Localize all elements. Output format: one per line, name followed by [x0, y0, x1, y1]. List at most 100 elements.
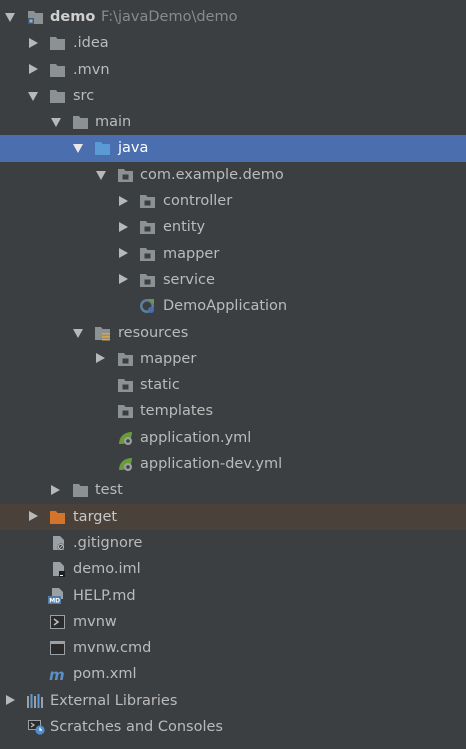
tree-node-idea[interactable]: .idea	[0, 30, 466, 56]
svg-text:m: m	[49, 666, 65, 682]
module-folder-icon	[27, 9, 44, 25]
tree-node-java[interactable]: java	[0, 135, 466, 162]
tree-label: demo.iml	[73, 561, 141, 578]
package-icon	[117, 351, 134, 367]
tree-node-mvnw-cmd[interactable]: mvnw.cmd	[0, 635, 466, 661]
collapse-arrow-icon[interactable]	[119, 221, 128, 232]
tree-label: application-dev.yml	[140, 456, 283, 473]
collapse-arrow-icon[interactable]	[119, 248, 128, 259]
package-icon	[139, 246, 156, 262]
tree-label: mvnw	[73, 613, 117, 630]
package-icon	[139, 219, 156, 235]
folder-icon	[72, 114, 89, 130]
iml-file-icon	[50, 561, 67, 578]
tree-node-controller[interactable]: controller	[0, 188, 466, 214]
expand-arrow-icon[interactable]	[51, 118, 61, 128]
collapse-arrow-icon[interactable]	[51, 484, 60, 495]
expand-arrow-icon[interactable]	[5, 13, 15, 22]
project-path: F:\javaDemo\demo	[101, 9, 238, 25]
tree-label: test	[95, 482, 123, 499]
tree-label: java	[118, 140, 149, 157]
tree-label: com.example.demo	[140, 166, 284, 183]
tree-node-demo[interactable]: demo F:\javaDemo\demo	[0, 4, 466, 30]
tree-label: main	[95, 114, 132, 131]
tree-node-service[interactable]: service	[0, 267, 466, 293]
tree-node-static[interactable]: static	[0, 372, 466, 398]
tree-node-target[interactable]: target	[0, 503, 466, 530]
expand-arrow-icon[interactable]	[96, 170, 106, 180]
svg-text:MD: MD	[49, 597, 60, 603]
package-icon	[117, 403, 134, 419]
tree-node-mvn[interactable]: .mvn	[0, 57, 466, 83]
package-icon	[139, 193, 156, 209]
collapse-arrow-icon[interactable]	[119, 274, 128, 285]
gitignore-file-icon	[50, 535, 67, 551]
folder-icon	[72, 482, 89, 498]
tree-node-help-md[interactable]: MD HELP.md	[0, 583, 466, 609]
spring-config-icon	[117, 430, 134, 446]
tree-node-mvnw[interactable]: mvnw	[0, 609, 466, 635]
tree-label: mapper	[140, 350, 197, 367]
maven-icon: m	[49, 666, 66, 682]
tree-node-main[interactable]: main	[0, 109, 466, 135]
tree-label: src	[73, 87, 95, 104]
tree-node-demo-application[interactable]: DemoApplication	[0, 293, 466, 319]
tree-label: pom.xml	[73, 666, 137, 683]
tree-label: resources	[118, 324, 189, 341]
collapse-arrow-icon[interactable]	[6, 695, 15, 706]
tree-label: HELP.md	[73, 587, 136, 604]
tree-label: target	[73, 508, 118, 525]
tree-label: controller	[163, 193, 233, 210]
markdown-file-icon: MD	[48, 587, 65, 604]
tree-node-external-libraries[interactable]: External Libraries	[0, 688, 466, 714]
collapse-arrow-icon[interactable]	[29, 64, 38, 75]
tree-label: .gitignore	[73, 534, 143, 551]
tree-label: DemoApplication	[163, 298, 288, 315]
tree-node-src[interactable]: src	[0, 83, 466, 109]
tree-label: mvnw.cmd	[73, 640, 152, 657]
tree-label: .mvn	[73, 61, 110, 78]
spring-boot-class-icon	[139, 298, 156, 314]
expand-arrow-icon[interactable]	[73, 144, 83, 154]
tree-label: External Libraries	[50, 692, 178, 709]
tree-node-resources-mapper[interactable]: mapper	[0, 346, 466, 372]
tree-label: static	[140, 377, 180, 394]
tree-node-templates[interactable]: templates	[0, 398, 466, 424]
source-folder-icon	[94, 140, 111, 156]
tree-label: mapper	[163, 245, 220, 262]
expand-arrow-icon[interactable]	[28, 91, 38, 101]
cmd-file-icon	[49, 640, 66, 656]
tree-node-application-yml[interactable]: application.yml	[0, 425, 466, 451]
folder-icon	[49, 62, 66, 78]
tree-label: Scratches and Consoles	[50, 719, 223, 736]
package-icon	[117, 167, 134, 183]
project-name: demo	[50, 9, 96, 25]
libraries-icon	[26, 693, 43, 709]
tree-label: templates	[140, 403, 214, 420]
collapse-arrow-icon[interactable]	[29, 37, 38, 48]
tree-node-application-dev-yml[interactable]: application-dev.yml	[0, 451, 466, 477]
excluded-folder-icon	[49, 509, 66, 525]
tree-node-entity[interactable]: entity	[0, 214, 466, 240]
scratches-icon	[28, 719, 45, 735]
folder-icon	[49, 88, 66, 104]
collapse-arrow-icon[interactable]	[119, 195, 128, 206]
tree-label: .idea	[73, 35, 109, 52]
tree-node-resources[interactable]: resources	[0, 320, 466, 346]
expand-arrow-icon[interactable]	[73, 328, 83, 338]
tree-node-pom-xml[interactable]: m pom.xml	[0, 661, 466, 687]
tree-node-package[interactable]: com.example.demo	[0, 162, 466, 188]
tree-node-gitignore[interactable]: .gitignore	[0, 530, 466, 556]
tree-node-mapper[interactable]: mapper	[0, 241, 466, 267]
tree-node-scratches[interactable]: Scratches and Consoles	[0, 714, 466, 740]
spring-config-icon	[117, 456, 134, 472]
tree-label: application.yml	[140, 429, 252, 446]
tree-node-demo-iml[interactable]: demo.iml	[0, 556, 466, 582]
collapse-arrow-icon[interactable]	[29, 511, 38, 522]
tree-label: entity	[163, 219, 206, 236]
project-tree: demo F:\javaDemo\demo .idea .mvn src mai…	[0, 4, 466, 740]
resources-folder-icon	[94, 325, 111, 341]
tree-node-test[interactable]: test	[0, 477, 466, 503]
package-icon	[139, 272, 156, 288]
collapse-arrow-icon[interactable]	[96, 353, 105, 364]
